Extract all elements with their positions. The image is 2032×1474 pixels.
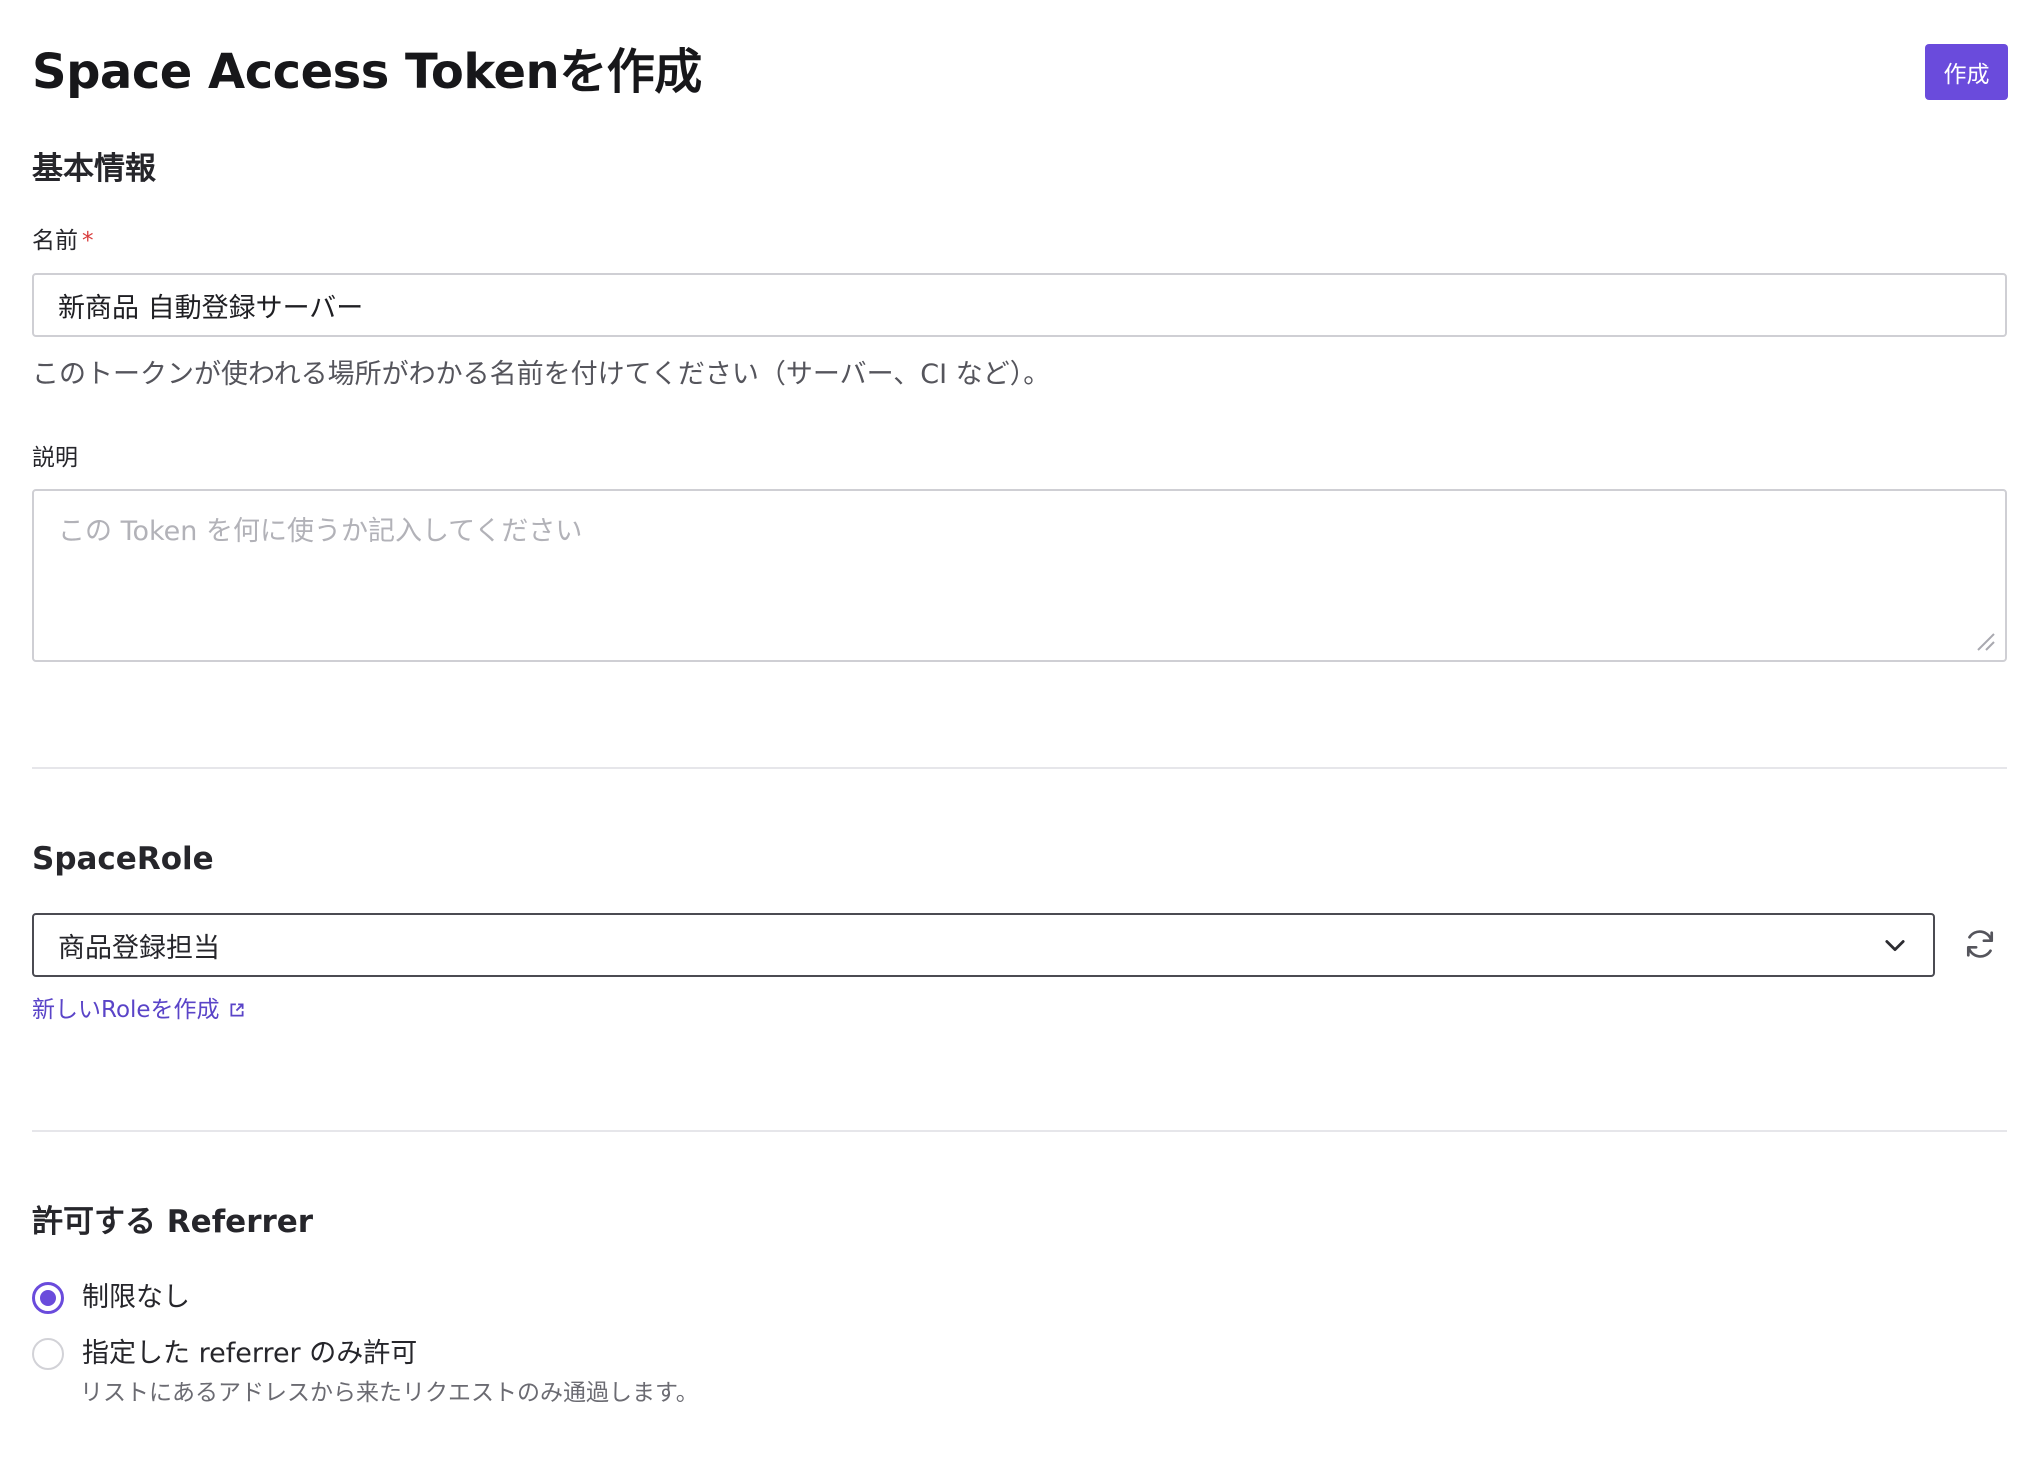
external-link-icon <box>230 1003 244 1017</box>
space-role-select[interactable]: 商品登録担当 <box>32 913 1935 977</box>
radio-button-unchecked[interactable] <box>32 1338 64 1370</box>
section-divider <box>32 1130 2007 1132</box>
name-label-text: 名前 <box>32 228 78 254</box>
new-role-link[interactable]: 新しいRoleを作成 <box>32 994 246 1026</box>
radio-label: 制限なし <box>82 1282 190 1313</box>
space-role-heading: SpaceRole <box>32 841 214 877</box>
referrer-heading: 許可する Referrer <box>32 1204 314 1240</box>
radio-label: 指定した referrer のみ許可 <box>82 1338 418 1369</box>
new-role-link-text: 新しいRoleを作成 <box>32 997 220 1023</box>
description-textarea[interactable] <box>32 489 2007 662</box>
chevron-down-icon <box>1885 940 1905 952</box>
resize-handle-icon[interactable] <box>1974 630 1996 652</box>
basic-info-heading: 基本情報 <box>32 151 156 187</box>
required-mark: * <box>82 228 94 254</box>
radio-specified-referrer[interactable]: 指定した referrer のみ許可 <box>32 1334 417 1374</box>
name-help-text: このトークンが使われる場所がわかる名前を付けてください（サーバー、CI など）。 <box>32 359 1051 390</box>
radio-description: リストにあるアドレスから来たリクエストのみ通過します。 <box>80 1380 699 1406</box>
create-button[interactable]: 作成 <box>1925 44 2008 100</box>
create-token-page: Space Access Tokenを作成 作成 基本情報 名前* このトークン… <box>0 0 2032 1474</box>
radio-no-restriction[interactable]: 制限なし <box>32 1278 190 1318</box>
refresh-icon <box>1966 929 1994 958</box>
name-label: 名前 * <box>32 225 94 257</box>
refresh-roles-button[interactable] <box>1960 925 2000 965</box>
section-divider <box>32 767 2007 769</box>
space-role-selected-value: 商品登録担当 <box>58 932 220 964</box>
radio-button-checked[interactable] <box>32 1282 64 1314</box>
name-input[interactable] <box>32 273 2007 337</box>
description-label: 説明 <box>32 445 78 471</box>
page-title: Space Access Tokenを作成 <box>32 44 702 100</box>
